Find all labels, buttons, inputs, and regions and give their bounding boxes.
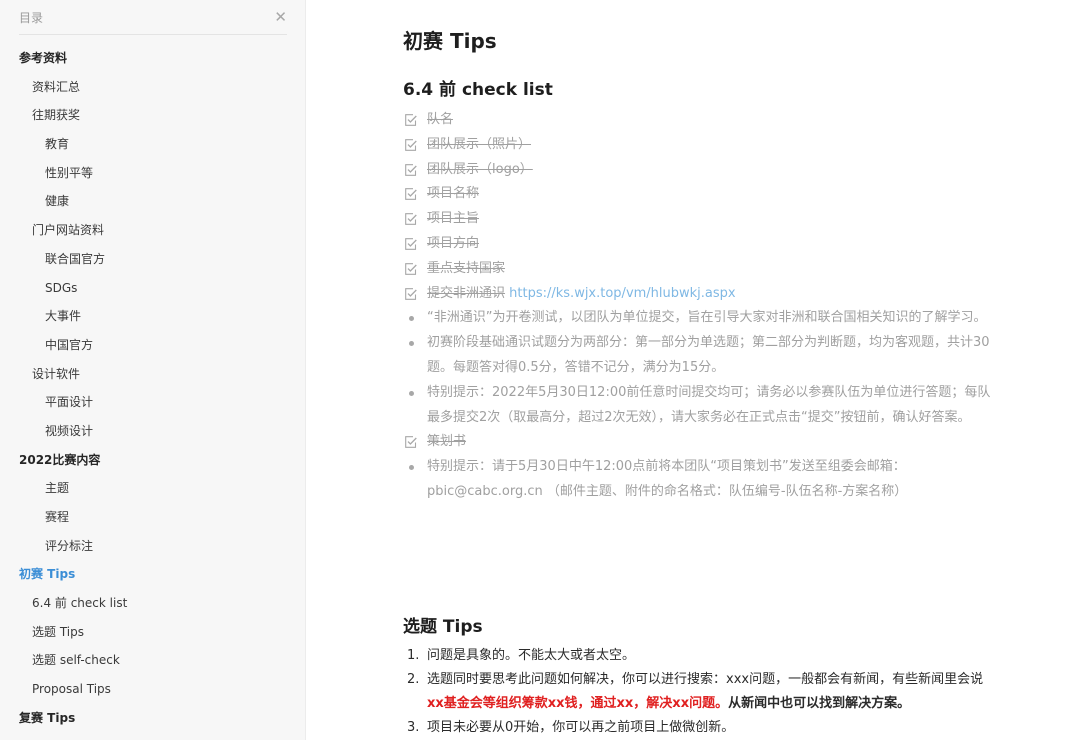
checklist-item: 重点支持国家 bbox=[403, 257, 998, 282]
topic-tip-text: 问题是具象的。不能太大或者太空。 bbox=[427, 648, 636, 663]
toc-item[interactable]: 大事件 bbox=[19, 302, 287, 331]
topic-tip-item: 2. 选题同时要思考此问题如何解决，你可以进行搜索：xxx问题，一般都会有新闻，有… bbox=[403, 668, 998, 716]
toc-item[interactable]: 联合国官方 bbox=[19, 245, 287, 274]
toc-item[interactable]: 评分标注 bbox=[19, 532, 287, 561]
checklist-item-text: 项目名称 bbox=[427, 186, 480, 202]
checklist: 队名 团队展示（照片） 团队展示（logo） 项目名称 项目主旨 项目方向 重点支持国家 提交… bbox=[403, 108, 998, 505]
wjx-survey-link[interactable]: https://ks.wjx.top/vm/hlubwkj.aspx bbox=[509, 286, 735, 301]
app: 目录 ✕ 参考资料 资料汇总 往期获奖 教育 性别平等 健康 门户网站资料 联合国官方 SDGs… bbox=[0, 0, 1080, 740]
bullet-dot-icon bbox=[409, 341, 414, 347]
page-title: 初赛 Tips bbox=[403, 29, 497, 53]
bullet-note: 特别提示：请于5月30日中午12:00点前将本团队“项目策划书”发送至组委会邮箱… bbox=[403, 455, 998, 505]
toc-item[interactable]: SDGs bbox=[19, 274, 287, 303]
checklist-item: 策划书 bbox=[403, 430, 998, 455]
checkbox-checked-icon[interactable] bbox=[405, 114, 417, 126]
topic-tips-list: 1. 问题是具象的。不能太大或者太空。 2. 选题同时要思考此问题如何解决，你可以进行… bbox=[403, 644, 998, 740]
toc-item[interactable]: 6.4 前 check list bbox=[19, 589, 287, 618]
topic-tip-text: 项目未必要从0开始，你可以再之前项目上做微创新。 bbox=[427, 720, 735, 735]
checkbox-checked-icon[interactable] bbox=[405, 436, 417, 449]
toc-item[interactable]: 主题 bbox=[19, 474, 287, 503]
checkbox-checked-icon[interactable] bbox=[405, 262, 417, 275]
bullet-note: 初赛阶段基础通识试题分为两部分：第一部分为单选题；第二部分为判断题，均为客观题，… bbox=[403, 331, 998, 381]
checklist-item: 项目主旨 bbox=[403, 207, 998, 232]
list-number: 3. bbox=[407, 720, 420, 735]
checkbox-checked-icon[interactable] bbox=[405, 287, 417, 300]
checklist-item: 项目方向 bbox=[403, 232, 998, 257]
checkbox-checked-icon[interactable] bbox=[405, 163, 417, 176]
bullet-dot-icon bbox=[409, 390, 414, 396]
checklist-item: 队名 bbox=[403, 108, 998, 133]
toc-item[interactable]: 中国官方 bbox=[19, 331, 287, 360]
toc-item[interactable]: 视频设计 bbox=[19, 417, 287, 446]
list-number: 2. bbox=[407, 672, 420, 687]
toc-item[interactable]: 赛程 bbox=[19, 503, 287, 532]
toc-item[interactable]: 选题 Tips bbox=[19, 618, 287, 647]
toc-item[interactable]: 性别平等 bbox=[19, 159, 287, 188]
checklist-item-text: 团队展示（logo） bbox=[427, 161, 533, 177]
close-icon[interactable]: ✕ bbox=[274, 9, 287, 25]
checklist-item-text: 提交非洲通识 bbox=[427, 285, 506, 301]
checklist-item-text: 项目主旨 bbox=[427, 211, 480, 227]
toc-title: 目录 bbox=[19, 10, 44, 25]
highlighted-example: xx基金会等组织筹款xx钱，通过xx，解决xx问题。 bbox=[427, 696, 729, 711]
emphasis-text: 从新闻中也可以找到解决方案。 bbox=[728, 696, 911, 711]
checkbox-checked-icon[interactable] bbox=[405, 213, 417, 226]
toc-item[interactable]: 复赛 Tips bbox=[19, 704, 287, 733]
checklist-item-text: 团队展示（照片） bbox=[427, 136, 532, 152]
checklist-item: 提交非洲通识 https://ks.wjx.top/vm/hlubwkj.asp… bbox=[403, 282, 998, 307]
toc-item[interactable]: 设计软件 bbox=[19, 360, 287, 389]
checklist-item: 项目名称 bbox=[403, 182, 998, 207]
topic-tips-heading: 选题 Tips bbox=[403, 617, 483, 637]
toc-item[interactable]: 初赛 Tips bbox=[19, 560, 287, 589]
document-content: 初赛 Tips 6.4 前 check list 队名团队展示（照片） 团队展示（… bbox=[306, 0, 1080, 740]
toc-item[interactable]: 教育 bbox=[19, 130, 287, 159]
toc-sidebar: 目录 ✕ 参考资料 资料汇总 往期获奖 教育 性别平等 健康 门户网站资料 联合国官方 SDGs… bbox=[0, 0, 306, 740]
checklist-item-text: 重点支持国家 bbox=[427, 260, 506, 276]
checkbox-checked-icon[interactable] bbox=[405, 188, 417, 201]
toc-item[interactable]: 资料汇总 bbox=[19, 73, 287, 102]
toc-header: 目录 ✕ bbox=[19, 0, 287, 35]
checklist-heading: 6.4 前 check list bbox=[403, 80, 553, 100]
checkbox-checked-icon[interactable] bbox=[405, 238, 417, 250]
toc-item[interactable]: 平面设计 bbox=[19, 388, 287, 417]
checkbox-checked-icon[interactable] bbox=[405, 138, 417, 151]
toc-item[interactable]: Proposal Tips bbox=[19, 675, 287, 704]
bullet-note: “非洲通识”为开卷测试，以团队为单位提交，旨在引导大家对非洲和联合国相关知识的了… bbox=[403, 306, 998, 331]
bullet-dot-icon bbox=[409, 465, 414, 471]
toc-list: 参考资料 资料汇总 往期获奖 教育 性别平等 健康 门户网站资料 联合国官方 SDGs 大事件 中国… bbox=[19, 35, 287, 733]
bullet-note-text: “非洲通识”为开卷测试，以团队为单位提交，旨在引导大家对非洲和联合国相关知识的了… bbox=[427, 310, 987, 326]
toc-item[interactable]: 健康 bbox=[19, 187, 287, 216]
toc-item[interactable]: 参考资料 bbox=[19, 44, 287, 73]
toc-item[interactable]: 2022比赛内容 bbox=[19, 446, 287, 475]
checklist-item-text: 策划书 bbox=[427, 434, 467, 450]
topic-tip-item: 1. 问题是具象的。不能太大或者太空。 bbox=[403, 644, 998, 668]
toc-item[interactable]: 门户网站资料 bbox=[19, 216, 287, 245]
toc-item[interactable]: 选题 self-check bbox=[19, 646, 287, 675]
bullet-note-text: 初赛阶段基础通识试题分为两部分：第一部分为单选题；第二部分为判断题，均为客观题，… bbox=[427, 335, 990, 375]
bullet-note-text: 特别提示：请于5月30日中午12:00点前将本团队“项目策划书”发送至组委会邮箱… bbox=[427, 459, 908, 499]
topic-tip-text: 选题同时要思考此问题如何解决，你可以进行搜索：xxx问题，一般都会有新闻，有些新… bbox=[427, 672, 984, 687]
checklist-item-text: 项目方向 bbox=[427, 235, 480, 251]
bullet-note-text: 特别提示：2022年5月30日12:00前任意时间提交均可；请务必以参赛队伍为单… bbox=[427, 384, 991, 425]
checklist-item: 团队展示（logo） bbox=[403, 158, 998, 183]
bullet-dot-icon bbox=[409, 316, 414, 322]
bullet-note: 特别提示：2022年5月30日12:00前任意时间提交均可；请务必以参赛队伍为单… bbox=[403, 381, 998, 431]
topic-tip-item: 3. 项目未必要从0开始，你可以再之前项目上做微创新。 bbox=[403, 716, 998, 740]
checklist-item: 团队展示（照片） bbox=[403, 133, 998, 158]
checklist-item-text: 队名 bbox=[427, 112, 454, 127]
toc-item[interactable]: 往期获奖 bbox=[19, 101, 287, 130]
list-number: 1. bbox=[407, 648, 420, 663]
